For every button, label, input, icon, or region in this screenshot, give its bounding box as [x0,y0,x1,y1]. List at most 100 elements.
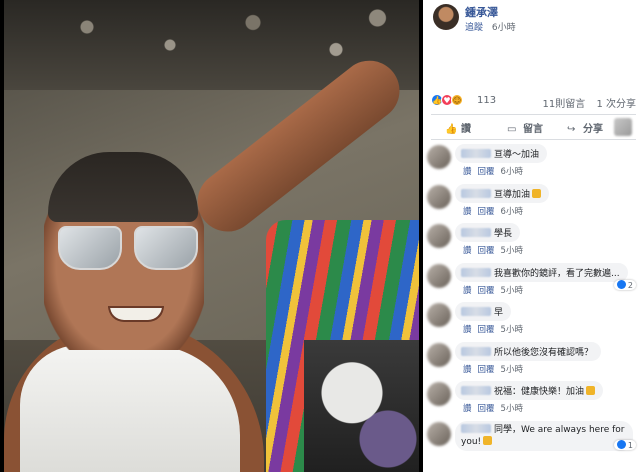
comment-bubble: 學長 [455,223,521,242]
photo-smile [108,306,164,322]
comment-time[interactable]: 6小時 [501,167,523,177]
facebook-photo-viewer: 鍾承澤 追蹤 6小時 👍♥☺ 113 11則留言 1 次分享 👍讚 ▭留言 [0,0,640,472]
commenter-name[interactable] [461,267,491,277]
reaction-icons[interactable]: 👍♥ ☺ [431,94,463,108]
comment-time[interactable]: 5小時 [501,246,523,256]
viewer-avatar[interactable] [614,118,632,136]
comments-count[interactable]: 11則留言 [543,99,586,110]
comment-likes: 1 [627,440,633,450]
like-button-label: 讚 [461,124,471,135]
comment-text: 亘導加油 [494,189,531,200]
comment-bubble: 亘導～加油 [455,144,548,163]
comment-reply-link[interactable]: 回覆 [478,286,495,296]
comment-like-link[interactable]: 讚 [463,207,472,217]
comment-bubble: 祝福：健康快樂！加油 [455,381,604,400]
commenter-avatar[interactable] [427,303,451,327]
comment-item: 我喜歡你的鏡評，看了完數遍... 讚回覆 5小時 2 [427,262,638,302]
comment-like-link[interactable]: 讚 [463,404,472,414]
comment-time[interactable]: 5小時 [501,404,523,414]
comment-meta: 讚回覆 5小時 [463,284,529,296]
commenter-name[interactable] [461,149,491,158]
comment-icon: ▭ [507,124,517,135]
thumbs-up-icon: 👍 [445,124,458,135]
comment-meta: 讚回覆 5小時 [463,402,529,414]
commenter-avatar[interactable] [427,342,451,367]
comment-text: 亘導～加油 [494,150,540,160]
photo-sunglasses [58,226,198,270]
haha-icon: ☺ [451,94,463,106]
comment-item: 亘導加油 讚回覆 6小時 [427,183,638,223]
post-photo[interactable] [4,0,419,472]
comment-meta: 讚回覆 5小時 [463,244,529,256]
comment-bubble: 亘導加油 [455,183,550,203]
comment-item: 學長 讚回覆 5小時 [427,222,638,262]
comment-reply-link[interactable]: 回覆 [478,246,495,256]
flexed-biceps-icon [483,435,493,445]
commenter-avatar[interactable] [427,382,451,406]
author-name[interactable]: 鍾承澤 [465,4,498,20]
comment-reply-link[interactable]: 回覆 [478,365,495,375]
comment-bubble: 所以他後您沒有確認嗎？ [455,341,602,361]
comment-like-link[interactable]: 讚 [463,246,472,256]
comment-time[interactable]: 5小時 [501,365,523,375]
commenter-avatar[interactable] [427,145,451,169]
comment-item: 所以他後您沒有確認嗎？ 讚回覆 5小時 [427,341,638,381]
comment-like-count[interactable]: 2 [613,279,636,290]
comment-meta: 讚回覆 6小時 [463,165,529,177]
post-author-header: 鍾承澤 追蹤 6小時 [433,4,633,36]
comment-bubble: 我喜歡你的鏡評，看了完數遍... [455,262,628,282]
like-button[interactable]: 👍 讚 [445,120,471,135]
comment-like-count[interactable]: 1 [613,439,636,450]
commenter-name[interactable] [461,188,491,198]
right-lens [134,226,198,270]
comment-time[interactable]: 6小時 [501,207,523,217]
commenter-avatar[interactable] [427,184,451,209]
comment-text: 學長 [494,229,513,239]
flexed-biceps-icon [532,188,542,198]
comment-reply-link[interactable]: 回覆 [478,167,495,177]
commenter-avatar[interactable] [427,263,451,288]
commenter-name[interactable] [461,386,491,395]
commenter-avatar[interactable] [427,421,451,446]
commenter-avatar[interactable] [427,224,451,248]
comment-likes: 2 [627,280,633,290]
comment-like-link[interactable]: 讚 [463,286,472,296]
comment-list: 亘導～加油 讚回覆 6小時 亘導加油 讚回覆 6小時 學長 讚回覆 5小時 我喜歡你的… [427,143,638,459]
comment-button-label: 留言 [523,124,543,135]
comment-like-link[interactable]: 讚 [463,167,472,177]
author-avatar[interactable] [433,4,459,30]
post-time[interactable]: 6小時 [492,23,516,33]
comment-time[interactable]: 5小時 [501,325,523,335]
author-meta: 追蹤 6小時 [465,20,516,33]
commenter-name[interactable] [461,423,491,433]
share-icon: ↪ [567,124,576,135]
share-button[interactable]: ↪ 分享 [567,120,603,135]
shares-count[interactable]: 1 次分享 [596,99,636,110]
comment-like-link[interactable]: 讚 [463,365,472,375]
like-icon [616,439,626,449]
comment-item: 祝福：健康快樂！加油 讚回覆 5小時 [427,380,638,420]
comment-reply-link[interactable]: 回覆 [478,207,495,217]
like-icon [616,279,626,289]
comment-meta: 讚回覆 5小時 [463,323,529,335]
commenter-name[interactable] [461,346,491,356]
commenter-name[interactable] [461,228,491,237]
comment-bubble: 同學，We are always here for you! [455,420,633,451]
comment-reply-link[interactable]: 回覆 [478,325,495,335]
comment-reply-link[interactable]: 回覆 [478,404,495,414]
reaction-count[interactable]: 113 [477,95,496,106]
comment-like-link[interactable]: 讚 [463,325,472,335]
left-lens [58,226,122,270]
comment-time[interactable]: 5小時 [501,286,523,296]
comment-text: 祝福：健康快樂！加油 [494,387,585,397]
comment-meta: 讚回覆 5小時 [463,363,529,375]
comment-meta: 讚回覆 6小時 [463,205,529,217]
follow-link[interactable]: 追蹤 [465,23,483,33]
share-button-label: 分享 [583,124,603,135]
comment-item: 早 讚回覆 5小時 [427,301,638,341]
photo-pane [0,0,423,472]
commenter-name[interactable] [461,307,491,316]
comment-item: 亘導～加油 讚回覆 6小時 [427,143,638,183]
engagement-counts: 11則留言 1 次分享 [535,95,636,110]
comments-sidebar: 鍾承澤 追蹤 6小時 👍♥☺ 113 11則留言 1 次分享 👍讚 ▭留言 [423,0,640,472]
